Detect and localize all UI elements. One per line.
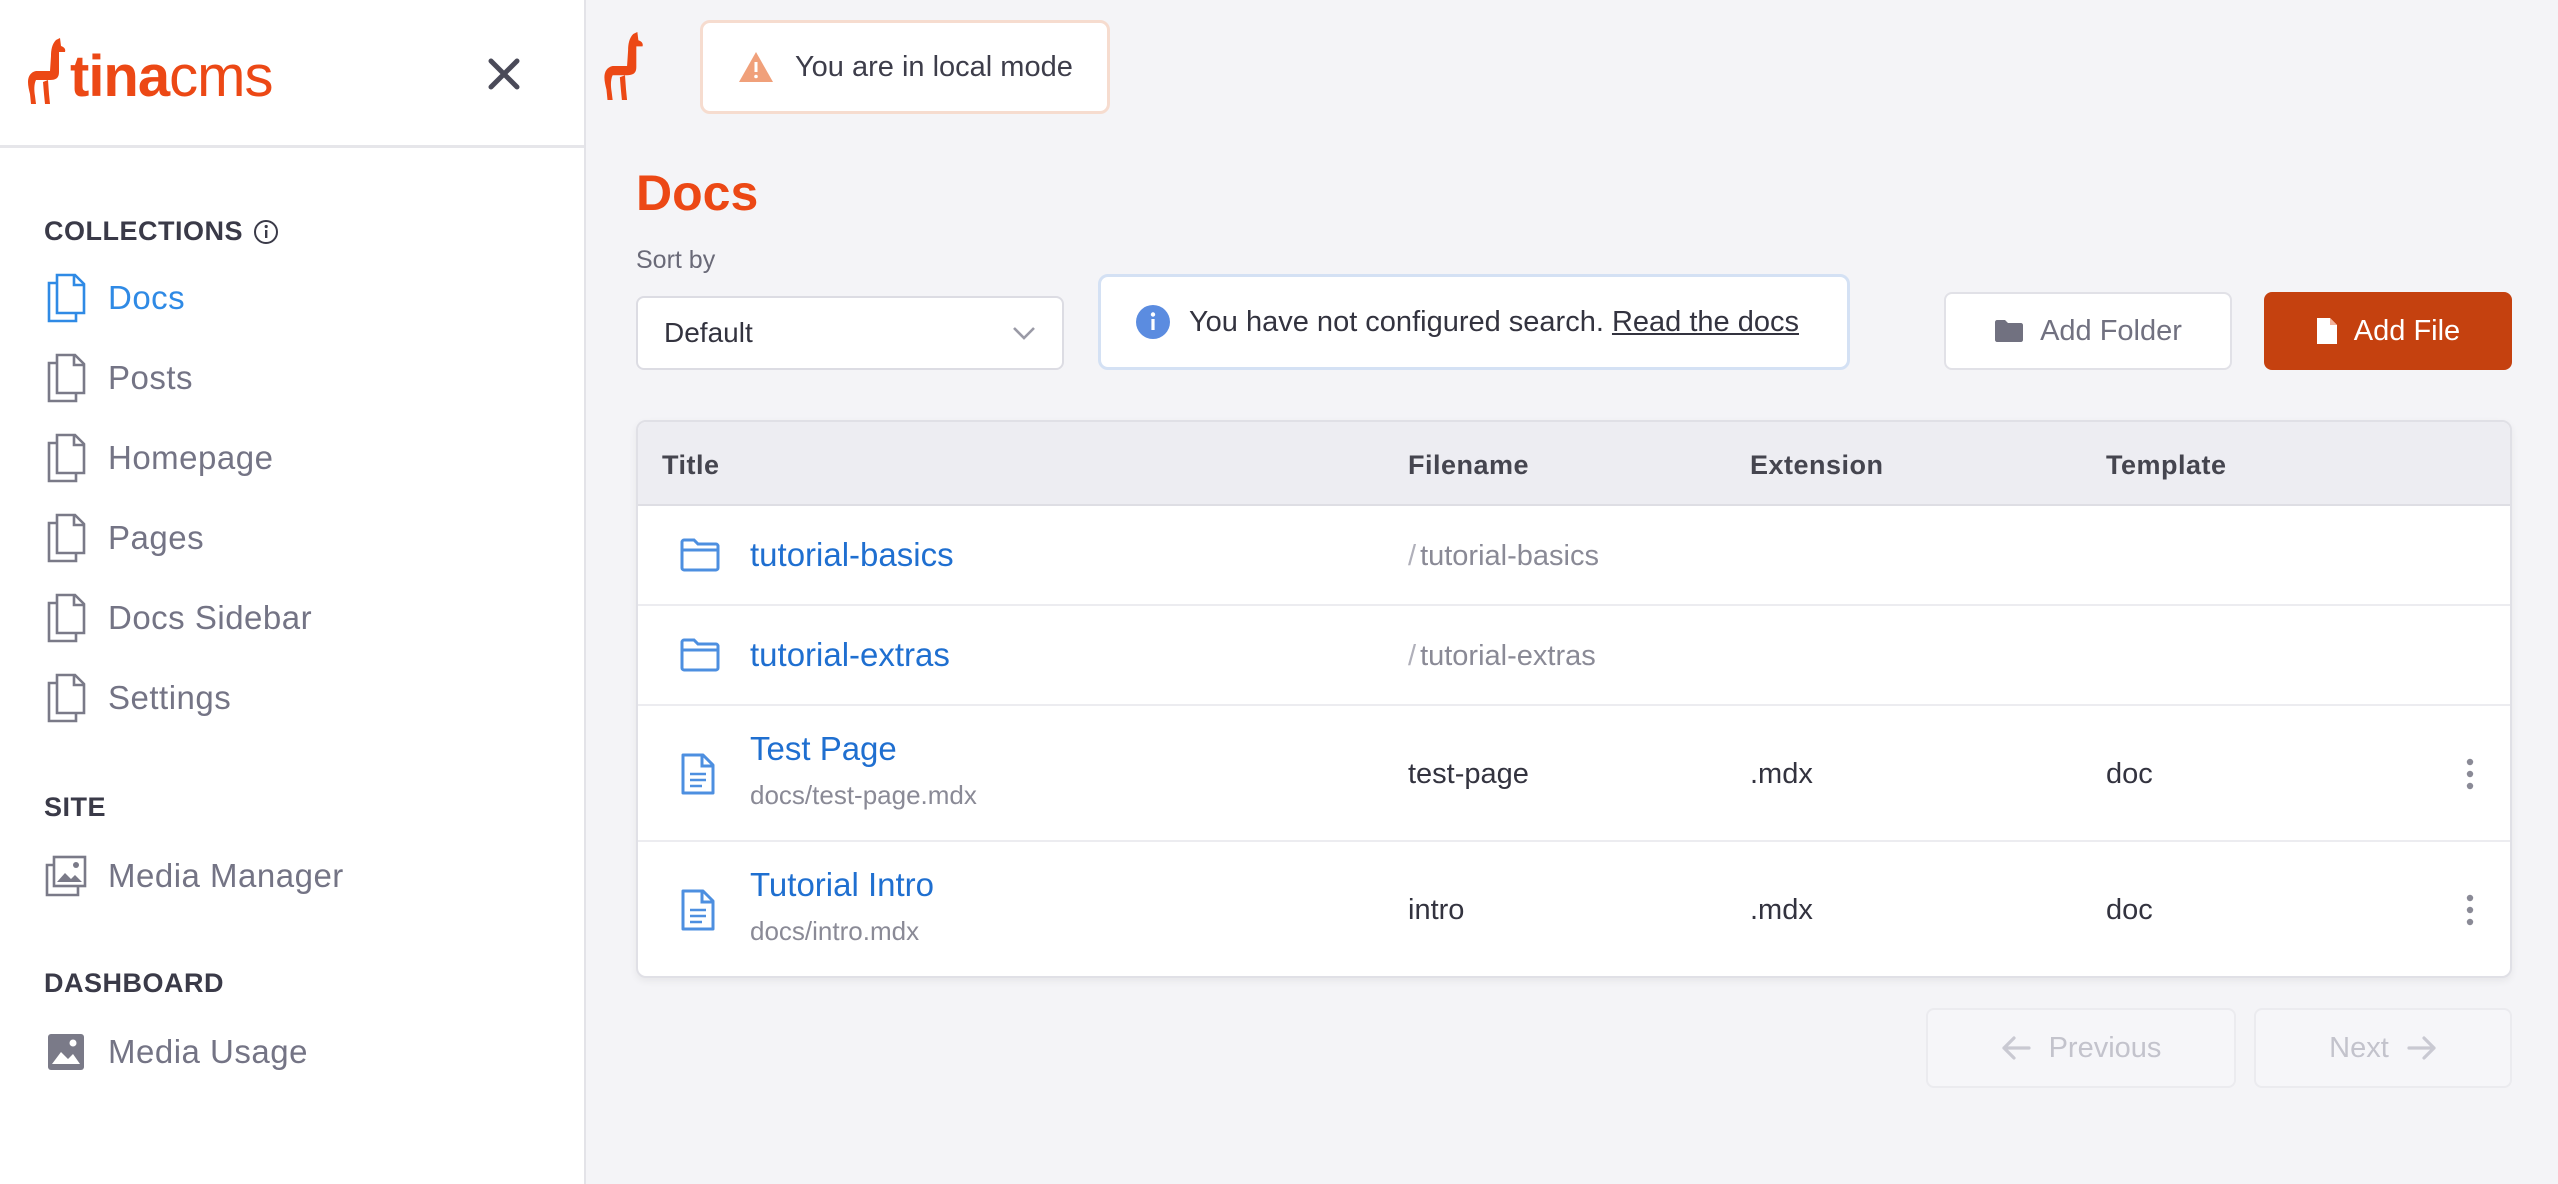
llama-icon[interactable] (600, 32, 650, 107)
more-options-icon[interactable] (2460, 892, 2480, 928)
llama-icon (28, 38, 66, 104)
sidebar-item-docs[interactable]: Docs (44, 270, 185, 326)
sort-label: Sort by (636, 246, 716, 274)
site-title: SITE (44, 792, 106, 823)
site-title-text: SITE (44, 792, 107, 822)
sidebar-item-homepage[interactable]: Homepage (44, 430, 273, 486)
sidebar-item-label: Homepage (108, 439, 274, 476)
document-template: doc (2106, 758, 2153, 790)
search-notice: You have not configured search. Read the… (1098, 274, 1850, 370)
folder-path: / tutorial-basics (1408, 540, 1599, 573)
folder-path: / tutorial-extras (1408, 640, 1596, 673)
sidebar-item-media-usage[interactable]: Media Usage (44, 1024, 308, 1080)
column-title[interactable]: Title (662, 450, 720, 481)
document-copy-icon (44, 272, 88, 324)
collections-title-text: COLLECTIONS (44, 216, 243, 246)
sidebar-item-label: Posts (108, 359, 194, 396)
add-file-label: Add File (2353, 314, 2461, 347)
folder-icon (1995, 320, 2024, 342)
folder-path-text: tutorial-extras (1420, 640, 1596, 672)
sidebar-item-label: Settings (108, 679, 232, 716)
column-filename[interactable]: Filename (1408, 450, 1529, 481)
sidebar-item-label: Docs (108, 279, 186, 316)
search-notice-text: You have not configured search. (1189, 305, 1604, 338)
document-path: docs/intro.mdx (750, 916, 920, 946)
local-mode-banner: You are in local mode (700, 20, 1110, 114)
file-icon (2316, 318, 2337, 344)
folder-path-text: tutorial-basics (1420, 540, 1599, 572)
logo-text-bold: tina (70, 44, 170, 109)
close-icon (488, 58, 520, 90)
sidebar-item-settings[interactable]: Settings (44, 670, 231, 726)
sidebar-item-label: Docs Sidebar (108, 599, 313, 636)
document-copy-icon (44, 592, 88, 644)
table-row[interactable]: tutorial-extras / tutorial-extras (638, 606, 2510, 706)
path-slash: / (1408, 640, 1417, 672)
add-folder-button[interactable]: Add Folder (1944, 292, 2232, 370)
table-row[interactable]: Tutorial Intro docs/intro.mdx intro .mdx… (638, 842, 2510, 976)
sidebar: tinacms COLLECTIONS Docs Posts Homepage … (0, 0, 586, 1184)
previous-button[interactable]: Previous (1926, 1008, 2236, 1088)
table-row[interactable]: Test Page docs/test-page.mdx test-page .… (638, 706, 2510, 842)
sidebar-item-label: Pages (108, 519, 205, 556)
dashboard-title-text: DASHBOARD (44, 968, 224, 998)
document-filename: intro (1408, 894, 1465, 926)
images-icon (44, 850, 88, 902)
document-template: doc (2106, 894, 2153, 926)
document-extension: .mdx (1750, 758, 1813, 790)
sidebar-item-posts[interactable]: Posts (44, 350, 193, 406)
local-mode-text: You are in local mode (795, 50, 1073, 83)
next-label: Next (2329, 1031, 2389, 1064)
document-path: docs/test-page.mdx (750, 780, 977, 810)
document-title[interactable]: Test Page (750, 730, 897, 768)
documents-table: Title Filename Extension Template tutori… (636, 420, 2512, 978)
sort-select[interactable]: Default (636, 296, 1064, 370)
document-copy-icon (44, 352, 88, 404)
chevron-down-icon (1013, 327, 1035, 340)
folder-icon (680, 638, 720, 672)
folder-name[interactable]: tutorial-basics (750, 536, 954, 574)
next-button[interactable]: Next (2254, 1008, 2512, 1088)
sort-select-value: Default (664, 317, 753, 348)
warning-icon (739, 52, 773, 82)
sidebar-item-label: Media Manager (108, 857, 344, 894)
document-title[interactable]: Tutorial Intro (750, 866, 934, 904)
folder-icon (680, 538, 720, 572)
more-options-icon[interactable] (2460, 756, 2480, 792)
document-copy-icon (44, 672, 88, 724)
tinacms-logo[interactable]: tinacms (26, 38, 273, 106)
document-extension: .mdx (1750, 894, 1813, 926)
sidebar-item-pages[interactable]: Pages (44, 510, 204, 566)
dashboard-title: DASHBOARD (44, 968, 224, 999)
logo-text-light: cms (169, 44, 273, 109)
add-folder-label: Add Folder (2040, 314, 2182, 347)
sidebar-item-media-manager[interactable]: Media Manager (44, 848, 344, 904)
column-extension[interactable]: Extension (1750, 450, 1884, 481)
arrow-right-icon (2407, 1036, 2436, 1060)
document-filename: test-page (1408, 758, 1529, 790)
sidebar-header: tinacms (0, 0, 584, 148)
info-icon[interactable] (253, 219, 279, 245)
sidebar-item-docs-sidebar[interactable]: Docs Sidebar (44, 590, 312, 646)
arrow-left-icon (2001, 1036, 2031, 1060)
previous-label: Previous (2048, 1031, 2162, 1064)
close-sidebar-button[interactable] (476, 46, 532, 102)
document-icon (681, 889, 715, 931)
column-template[interactable]: Template (2106, 450, 2227, 481)
logo-text: tinacms (70, 48, 273, 106)
sidebar-item-label: Media Usage (108, 1033, 308, 1070)
collections-title: COLLECTIONS (44, 216, 279, 247)
add-file-button[interactable]: Add File (2264, 292, 2512, 370)
image-icon (44, 1026, 88, 1078)
page-title: Docs (636, 165, 759, 221)
document-icon (681, 753, 715, 795)
table-row[interactable]: tutorial-basics / tutorial-basics (638, 506, 2510, 606)
path-slash: / (1408, 540, 1417, 572)
folder-name[interactable]: tutorial-extras (750, 636, 950, 674)
read-the-docs-link[interactable]: Read the docs (1612, 306, 1799, 338)
document-copy-icon (44, 432, 88, 484)
document-copy-icon (44, 512, 88, 564)
table-header: Title Filename Extension Template (638, 422, 2510, 506)
info-icon (1136, 305, 1170, 339)
